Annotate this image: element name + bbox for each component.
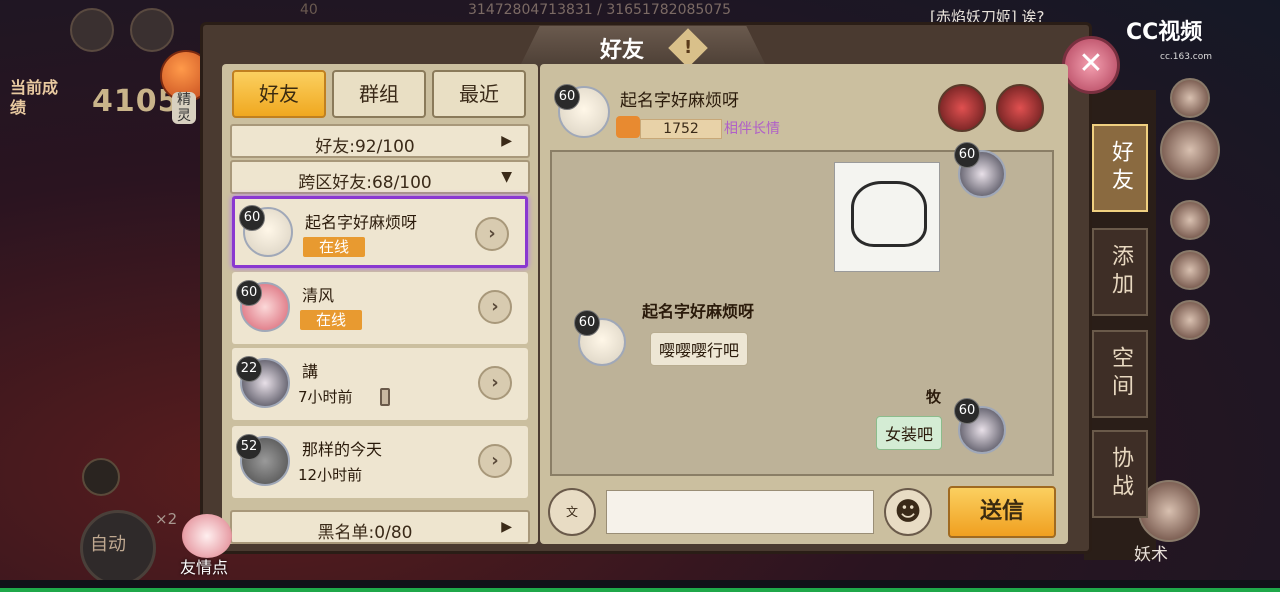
level-badge: 60 — [239, 205, 265, 231]
chevron-right-icon[interactable]: › — [478, 444, 512, 478]
group-cross-server-header[interactable]: 跨区好友:68/100 ▼ — [230, 160, 530, 194]
last-online-text: 12小时前 — [298, 466, 363, 484]
level-badge: 60 — [954, 398, 980, 424]
expand-arrow-icon: ▶ — [501, 519, 512, 535]
friend-name: 清风 — [302, 286, 335, 305]
yaoshu-label: 妖术 — [1134, 545, 1168, 565]
last-online-text: 7小时前 — [298, 388, 353, 406]
side-tab-friends[interactable]: 好友 — [1092, 124, 1148, 212]
compass-icon[interactable] — [82, 458, 120, 496]
send-button[interactable]: 送信 — [948, 486, 1056, 538]
speed-x2-label: ×2 — [155, 510, 178, 528]
gift-bag-icon[interactable] — [996, 84, 1044, 132]
panel-title: 好友 — [600, 38, 645, 63]
progress-line — [0, 588, 1280, 592]
friend-list-item[interactable]: 52 那样的今天 12小时前 › — [232, 426, 528, 498]
online-status-badge: 在线 — [300, 310, 362, 330]
side-tab-space[interactable]: 空间 — [1092, 330, 1148, 418]
online-status-badge: 在线 — [303, 237, 365, 257]
expand-arrow-icon: ▶ — [501, 133, 512, 149]
friend-name: 那样的今天 — [302, 440, 383, 459]
my-name: 牧 — [926, 388, 942, 406]
outgoing-message-bubble: 女装吧 — [876, 416, 943, 450]
intimacy-value: 1752 — [640, 119, 722, 139]
rail-avatar-icon[interactable] — [1160, 120, 1220, 180]
tab-recent[interactable]: 最近 — [432, 70, 526, 118]
level-badge: 52 — [236, 434, 262, 460]
level-badge: 22 — [236, 356, 262, 382]
friend-points-label: 友情点 — [180, 558, 229, 577]
voice-to-text-button[interactable]: 文 — [548, 488, 596, 536]
voice-text-label: 文 — [565, 505, 578, 519]
friend-list-item[interactable]: 22 講 7小时前 › — [232, 348, 528, 420]
avatar-icon[interactable] — [130, 8, 174, 52]
collapse-arrow-icon: ▼ — [501, 169, 512, 185]
rail-avatar-icon[interactable] — [1170, 200, 1210, 240]
friend-name: 講 — [302, 362, 319, 381]
top-ratio-text: 31472804713831 / 31651782085075 — [468, 2, 732, 18]
emoji-icon[interactable]: ☻ — [884, 488, 932, 536]
incoming-message-bubble: 嘤嘤嘤行吧 — [650, 332, 749, 366]
group-blacklist-label: 黑名单:0/80 — [317, 523, 413, 543]
rail-avatar-icon[interactable] — [1170, 78, 1210, 118]
group-blacklist-header[interactable]: 黑名单:0/80 ▶ — [230, 510, 530, 544]
chat-partner-name: 起名字好麻烦呀 — [620, 91, 739, 111]
friend-list-item[interactable]: 60 清风 在线 › — [232, 272, 528, 344]
friend-list-item[interactable]: 60 起名字好麻烦呀 在线 › — [232, 196, 528, 268]
tab-friends[interactable]: 好友 — [232, 70, 326, 118]
phone-icon — [380, 388, 390, 406]
help-icon-glyph: ! — [683, 37, 693, 58]
message-input[interactable] — [606, 490, 874, 534]
cc-url: cc.163.com — [1160, 52, 1213, 62]
score-label: 当前成绩 — [10, 78, 59, 117]
side-tab-assist[interactable]: 协战 — [1092, 430, 1148, 518]
level-badge: 60 — [554, 84, 580, 110]
close-button[interactable]: ✕ — [1062, 36, 1120, 94]
tab-groups[interactable]: 群组 — [332, 70, 426, 118]
level-badge: 60 — [954, 142, 980, 168]
group-friends-header[interactable]: 好友:92/100 ▶ — [230, 124, 530, 158]
gift-icon[interactable] — [938, 84, 986, 132]
level-badge: 60 — [574, 310, 600, 336]
intimacy-title: 相伴长情 — [724, 121, 780, 137]
chevron-right-icon[interactable]: › — [475, 217, 509, 251]
friend-name: 起名字好麻烦呀 — [305, 213, 418, 232]
cat-sticker-icon — [851, 181, 927, 247]
rail-avatar-icon[interactable] — [1170, 300, 1210, 340]
sticker-message — [834, 162, 940, 272]
back-icon[interactable] — [70, 8, 114, 52]
chevron-right-icon[interactable]: › — [478, 366, 512, 400]
auto-label: 自动 — [90, 534, 126, 555]
chevron-right-icon[interactable]: › — [478, 290, 512, 324]
cc-logo: CC视频 — [1126, 20, 1203, 45]
group-friends-label: 好友:92/100 — [315, 137, 415, 157]
group-cross-label: 跨区好友:68/100 — [298, 173, 432, 193]
top-number: 40 — [300, 2, 318, 18]
spirit-label: 精灵 — [172, 92, 196, 124]
friend-points-icon[interactable] — [182, 514, 232, 558]
level-badge: 60 — [236, 280, 262, 306]
side-tab-add[interactable]: 添加 — [1092, 228, 1148, 316]
message-sender-name: 起名字好麻烦呀 — [642, 302, 755, 321]
rail-avatar-icon[interactable] — [1170, 250, 1210, 290]
thumbs-up-icon — [616, 116, 640, 138]
